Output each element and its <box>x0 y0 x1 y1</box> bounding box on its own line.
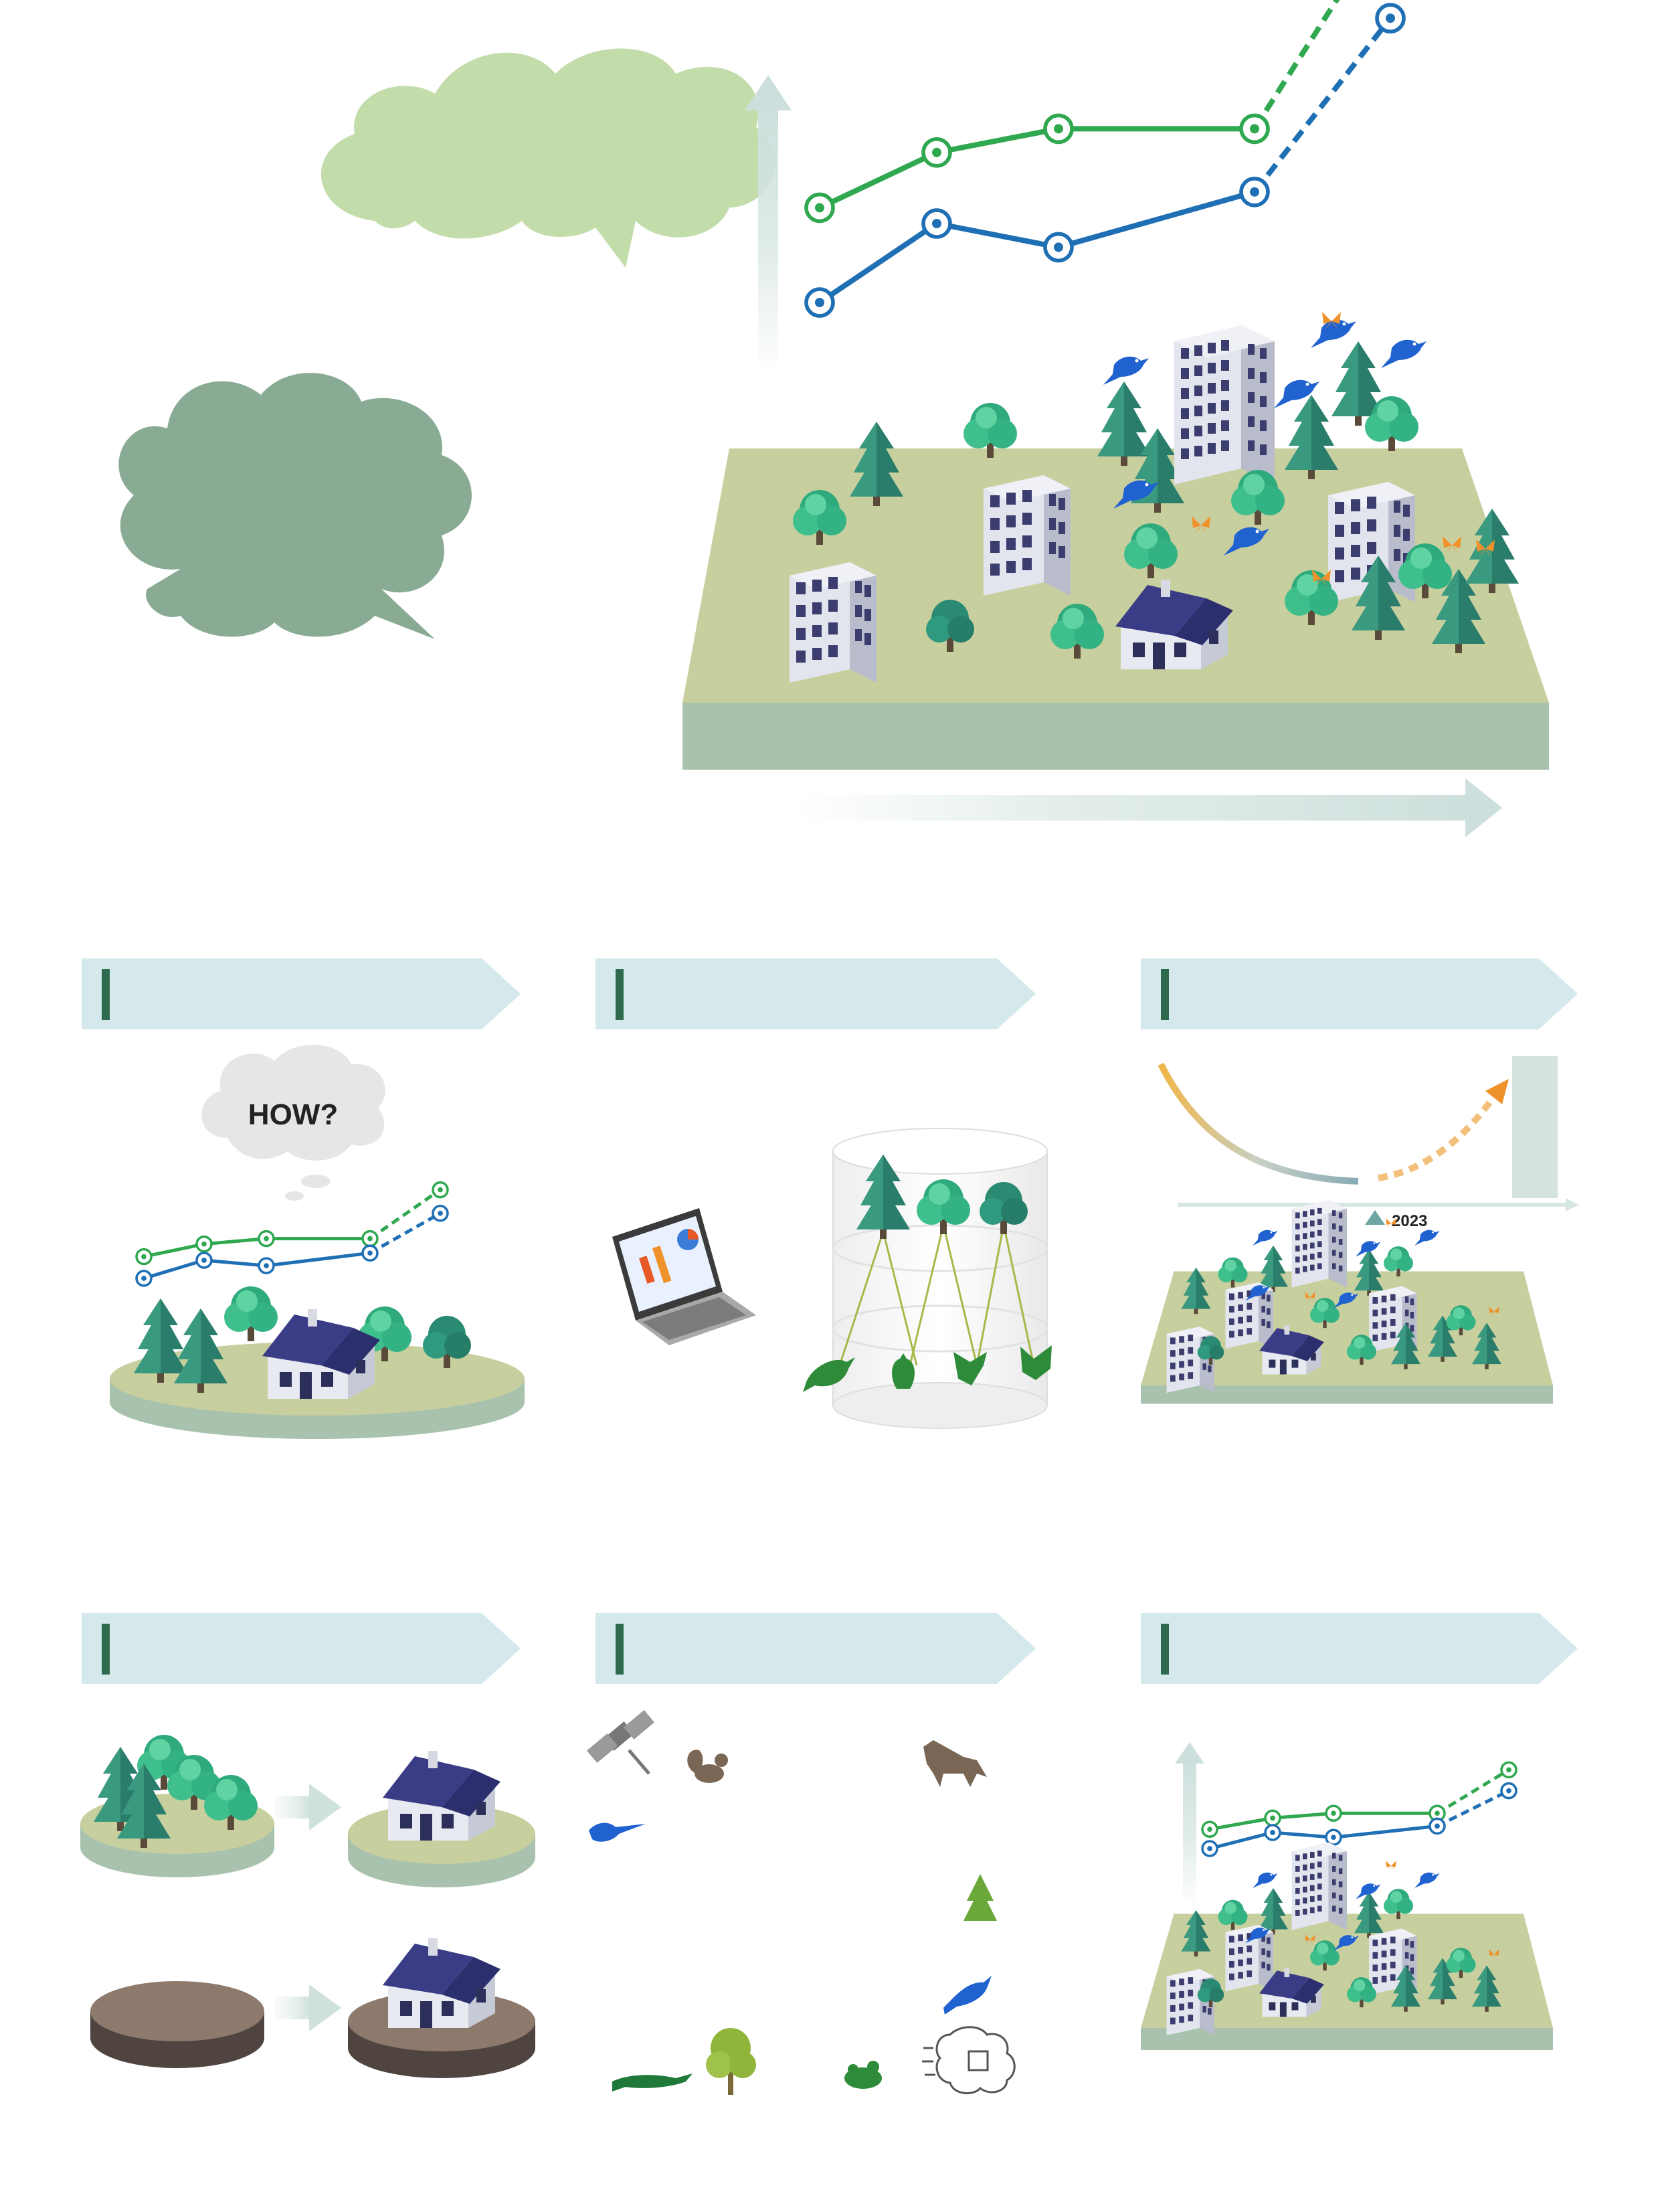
panel-3-decline-curve <box>1158 1062 1359 1185</box>
blue-series-point-center <box>367 1250 373 1256</box>
top-trend-chart <box>804 0 1406 318</box>
green-series-point-center <box>201 1241 207 1247</box>
bare-soil-island <box>90 1981 264 2068</box>
green-series-line <box>1209 1811 1437 1831</box>
panel-3-projection: 2023 <box>1141 1056 1579 1404</box>
green-series-point-center <box>264 1236 269 1242</box>
blue-series-point-center <box>1386 13 1395 23</box>
panel-2-data <box>612 1128 1052 1429</box>
green-series-point-center <box>1207 1826 1212 1833</box>
green-series-point-center <box>367 1236 373 1242</box>
speech-bubble-light <box>320 48 776 268</box>
step-banner-4 <box>82 1613 521 1684</box>
blue-series-point-center <box>201 1258 207 1263</box>
x-axis-arrow <box>796 778 1502 837</box>
blue-series-point-center <box>1506 1788 1511 1794</box>
blue-series-point-center <box>1331 1835 1336 1841</box>
panel-6-city-block <box>1141 1842 1553 2050</box>
green-series-point-center <box>815 203 824 213</box>
round-tree <box>224 1286 278 1341</box>
green-series-projection <box>1252 0 1340 131</box>
blue-series-point-center <box>1250 187 1259 197</box>
bird <box>1381 339 1427 368</box>
transition-arrow <box>274 1784 341 1831</box>
frog-icon <box>844 2061 882 2089</box>
green-series-point-center <box>932 147 941 157</box>
conifer-icon <box>963 1874 997 1921</box>
deciduous-tree-icon <box>706 2028 756 2095</box>
panel-6-y-axis-arrow <box>1175 1742 1204 1907</box>
step-banner-6 <box>1141 1613 1578 1684</box>
step-banner-3 <box>1141 958 1578 1029</box>
panel-3-recovery-curve <box>1378 1092 1499 1181</box>
panel-1-island <box>110 1286 525 1439</box>
diagram-canvas: HOW? 2023 <box>80 0 1579 2095</box>
blue-series-line <box>143 1251 371 1280</box>
squirrel-icon <box>687 1750 728 1783</box>
green-series-point-center <box>1331 1810 1336 1816</box>
transition-arrow <box>274 1984 341 2031</box>
panel-3-city-block <box>1141 1199 1553 1404</box>
green-series-point-center <box>1250 124 1259 134</box>
blue-series-projection <box>1252 16 1393 194</box>
green-series-point-center <box>141 1254 147 1260</box>
year-label: 2023 <box>1392 1212 1427 1230</box>
conifer-tree <box>134 1298 187 1383</box>
bird-icon <box>589 1822 646 1842</box>
house-on-soil-island <box>348 1938 535 2078</box>
panel-5-data-sources <box>586 1709 1016 2095</box>
green-series-point-center <box>1506 1767 1511 1773</box>
forest-island <box>80 1735 274 1877</box>
thought-text: HOW? <box>248 1098 338 1131</box>
green-series-line <box>143 1237 370 1259</box>
bird-icon <box>943 1976 992 2015</box>
blue-series-point-center <box>438 1210 443 1216</box>
blue-series-point-center <box>815 298 824 307</box>
year-marker <box>1365 1210 1385 1225</box>
thought-cloud: HOW? <box>201 1045 385 1201</box>
step-banner-1 <box>82 958 521 1029</box>
satellite-icon <box>586 1709 655 1775</box>
crocodile-icon <box>612 2073 693 2092</box>
panel-6-trend-chart <box>1201 1761 1517 1857</box>
ai-brain-icon <box>922 2026 1016 2095</box>
step-banner-5 <box>595 1613 1036 1684</box>
green-series-point-center <box>438 1187 443 1193</box>
city-landscape-block <box>682 312 1549 770</box>
green-series-point-center <box>1270 1815 1275 1821</box>
blue-series-projection <box>369 1211 442 1255</box>
blue-series-point-center <box>1054 242 1063 252</box>
blue-series-projection <box>1436 1789 1510 1828</box>
conifer-tree <box>1285 395 1338 479</box>
database-icon <box>803 1128 1052 1429</box>
step-banner-2 <box>595 958 1036 1029</box>
green-series-point-center <box>1435 1810 1440 1816</box>
panel-3-target-bar <box>1512 1056 1558 1198</box>
green-series-point-center <box>1054 124 1063 134</box>
blue-series-point-center <box>264 1263 269 1268</box>
office-building <box>984 475 1071 596</box>
speech-bubble-dark <box>118 373 472 639</box>
blue-series-point-center <box>1270 1830 1275 1835</box>
bird <box>1103 356 1149 385</box>
blue-series-point-center <box>932 219 941 228</box>
house <box>262 1309 380 1399</box>
fox-icon <box>923 1740 987 1787</box>
blue-series-point-center <box>141 1276 147 1281</box>
panel-4-land-change <box>80 1735 535 2078</box>
green-series-line <box>818 126 1255 211</box>
blue-series-point-center <box>1435 1823 1440 1829</box>
blue-series-line <box>818 189 1256 305</box>
office-building <box>790 562 877 683</box>
house-island <box>348 1751 535 1887</box>
panel-6-outcome <box>1141 1742 1553 2050</box>
office-tower <box>1174 325 1275 485</box>
laptop-icon <box>612 1208 756 1345</box>
panel-1-question: HOW? <box>110 1045 525 1439</box>
blue-series-point-center <box>1207 1846 1212 1851</box>
